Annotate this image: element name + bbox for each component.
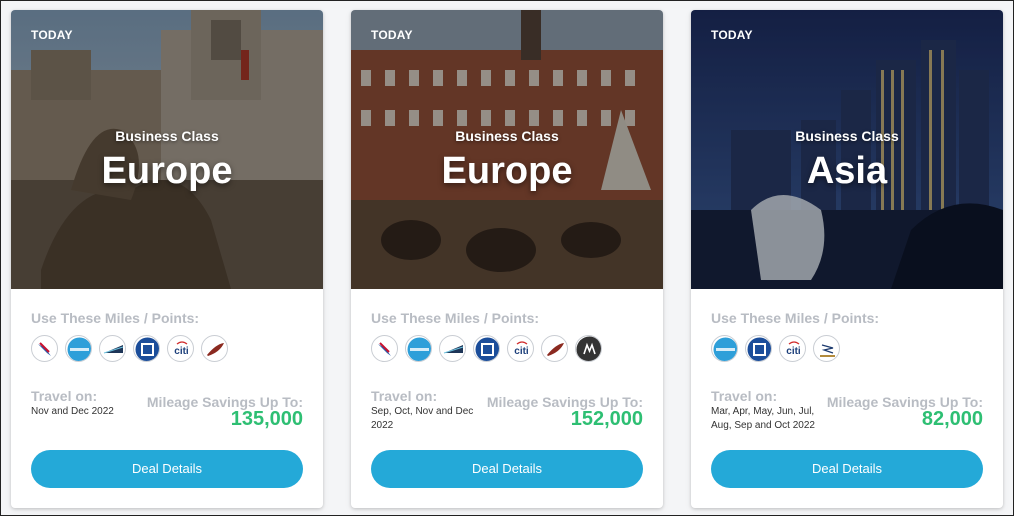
amex-icon xyxy=(711,335,738,362)
hero-image: TODAY Business Class Asia xyxy=(691,10,1003,289)
mileage-savings-value: 135,000 xyxy=(230,408,303,430)
page-frame: TODAY Business Class Europe Use These Mi… xyxy=(0,0,1014,516)
marriott-icon xyxy=(575,335,602,362)
citi-icon: citi xyxy=(779,335,806,362)
travel-on-label: Travel on: xyxy=(31,388,98,404)
program-logos: citi xyxy=(31,335,228,363)
cabin-class: Business Class xyxy=(115,128,219,144)
deal-details-button[interactable]: Deal Details xyxy=(711,450,983,488)
mileage-savings-value: 82,000 xyxy=(921,408,983,430)
today-badge: TODAY xyxy=(31,28,73,42)
deal-card[interactable]: TODAY Business Class Europe Use These Mi… xyxy=(11,10,323,508)
cabin-class: Business Class xyxy=(795,128,899,144)
svg-text:citi: citi xyxy=(174,346,189,357)
cabin-class: Business Class xyxy=(455,128,559,144)
chase-icon xyxy=(133,335,160,362)
miles-points-label: Use These Miles / Points: xyxy=(31,310,200,326)
svg-text:citi: citi xyxy=(786,346,801,357)
travel-on-label: Travel on: xyxy=(711,388,778,404)
chase-icon xyxy=(745,335,772,362)
citi-icon: citi xyxy=(167,335,194,362)
destination-title: Europe xyxy=(441,150,573,192)
deal-details-button[interactable]: Deal Details xyxy=(371,450,643,488)
deal-details-button[interactable]: Deal Details xyxy=(31,450,303,488)
travel-dates: Mar, Apr, May, Jun, Jul, Aug, Sep and Oc… xyxy=(711,406,815,431)
miles-points-label: Use These Miles / Points: xyxy=(371,310,540,326)
travel-on-label: Travel on: xyxy=(371,388,438,404)
svg-text:citi: citi xyxy=(514,346,529,357)
program-logos: citi xyxy=(371,335,602,363)
singapore-airlines-icon xyxy=(813,335,840,362)
travel-dates: Nov and Dec 2022 xyxy=(31,406,114,417)
american-airlines-icon xyxy=(371,335,398,362)
travel-dates: Sep, Oct, Nov and Dec 2022 xyxy=(371,406,474,431)
mileage-savings-value: 152,000 xyxy=(570,408,643,430)
hero-image: TODAY Business Class Europe xyxy=(351,10,663,289)
amex-icon xyxy=(65,335,92,362)
deal-card[interactable]: TODAY Business Class Europe Use These Mi… xyxy=(351,10,663,508)
chase-icon xyxy=(473,335,500,362)
alaska-airlines-icon xyxy=(99,335,126,362)
today-badge: TODAY xyxy=(711,28,753,42)
virgin-icon xyxy=(541,335,568,362)
amex-icon xyxy=(405,335,432,362)
destination-title: Europe xyxy=(101,150,233,192)
today-badge: TODAY xyxy=(371,28,413,42)
virgin-icon xyxy=(201,335,228,362)
hero-image: TODAY Business Class Europe xyxy=(11,10,323,289)
american-airlines-icon xyxy=(31,335,58,362)
alaska-airlines-icon xyxy=(439,335,466,362)
citi-icon: citi xyxy=(507,335,534,362)
destination-title: Asia xyxy=(806,150,888,192)
program-logos: citi xyxy=(711,335,840,363)
miles-points-label: Use These Miles / Points: xyxy=(711,310,880,326)
deal-card[interactable]: TODAY Business Class Asia Use These Mile… xyxy=(691,10,1003,508)
